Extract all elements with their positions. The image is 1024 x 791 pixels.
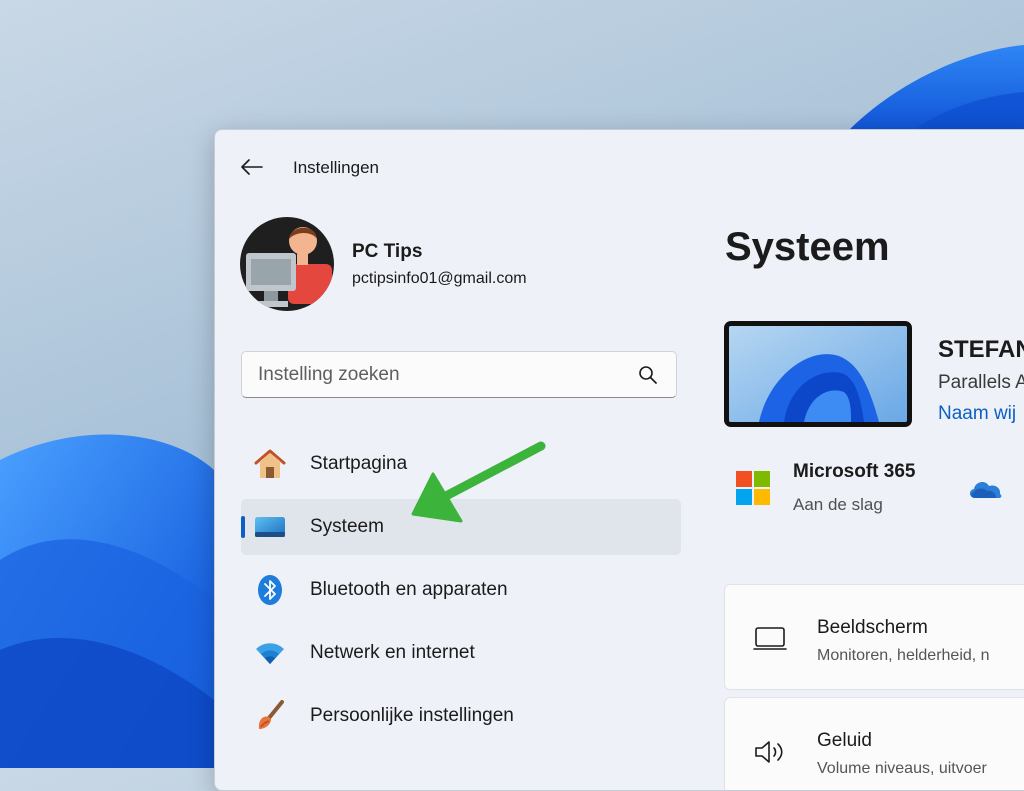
onedrive-cloud-icon[interactable] <box>967 476 1003 500</box>
sidebar-item-persoonlijk[interactable]: Persoonlijke instellingen <box>241 688 681 744</box>
page-title: Systeem <box>725 225 890 269</box>
search-box[interactable] <box>241 351 677 398</box>
sidebar-item-label: Netwerk en internet <box>310 642 475 663</box>
paintbrush-icon <box>258 700 284 729</box>
setting-card-geluid[interactable]: Geluid Volume niveaus, uitvoer <box>724 697 1024 790</box>
microsoft-logo-icon <box>736 471 770 505</box>
sidebar-item-label: Systeem <box>310 516 384 537</box>
sidebar-item-bluetooth[interactable]: Bluetooth en apparaten <box>241 562 681 618</box>
active-indicator <box>241 516 245 538</box>
device-name: STEFAN <box>938 336 1024 363</box>
microsoft365-subtitle: Aan de slag <box>793 495 883 514</box>
sidebar-item-label: Bluetooth en apparaten <box>310 579 508 600</box>
monitor-icon <box>255 517 285 537</box>
profile-email: pctipsinfo01@gmail.com <box>352 269 527 287</box>
card-title: Beeldscherm <box>817 617 928 638</box>
home-icon <box>254 449 286 478</box>
device-model: Parallels A <box>938 372 1024 393</box>
windows-bloom-image <box>729 326 907 422</box>
settings-window: Instellingen PC Tips pctipsinfo01@gmail.… <box>214 129 1024 791</box>
wifi-icon <box>256 643 284 664</box>
rename-device-link[interactable]: Naam wij <box>938 403 1016 425</box>
sidebar-item-label: Startpagina <box>310 453 408 474</box>
sidebar-item-startpagina[interactable]: Startpagina <box>241 436 681 492</box>
sidebar-item-systeem[interactable]: Systeem <box>241 499 681 555</box>
microsoft365-title[interactable]: Microsoft 365 <box>793 461 915 483</box>
speaker-icon <box>755 741 783 763</box>
card-subtitle: Volume niveaus, uitvoer <box>817 760 987 777</box>
search-input[interactable] <box>242 352 638 397</box>
sidebar-nav: Startpagina Systeem Bluetooth en apparat… <box>241 436 681 751</box>
bluetooth-icon <box>258 575 282 605</box>
sidebar-item-label: Persoonlijke instellingen <box>310 705 514 726</box>
card-subtitle: Monitoren, helderheid, n <box>817 647 990 664</box>
sidebar-item-netwerk[interactable]: Netwerk en internet <box>241 625 681 681</box>
user-at-computer-avatar-icon <box>240 217 334 311</box>
avatar[interactable] <box>240 217 334 311</box>
back-button[interactable] <box>237 152 267 182</box>
arrow-left-icon <box>241 159 263 175</box>
window-title: Instellingen <box>293 158 380 177</box>
device-thumbnail[interactable] <box>724 321 912 427</box>
setting-card-beeldscherm[interactable]: Beeldscherm Monitoren, helderheid, n <box>724 584 1024 690</box>
profile-name: PC Tips <box>352 240 423 262</box>
search-icon[interactable] <box>638 365 658 385</box>
card-title: Geluid <box>817 730 872 751</box>
user-profile[interactable]: PC Tips pctipsinfo01@gmail.com <box>240 217 527 311</box>
display-icon <box>753 627 787 650</box>
